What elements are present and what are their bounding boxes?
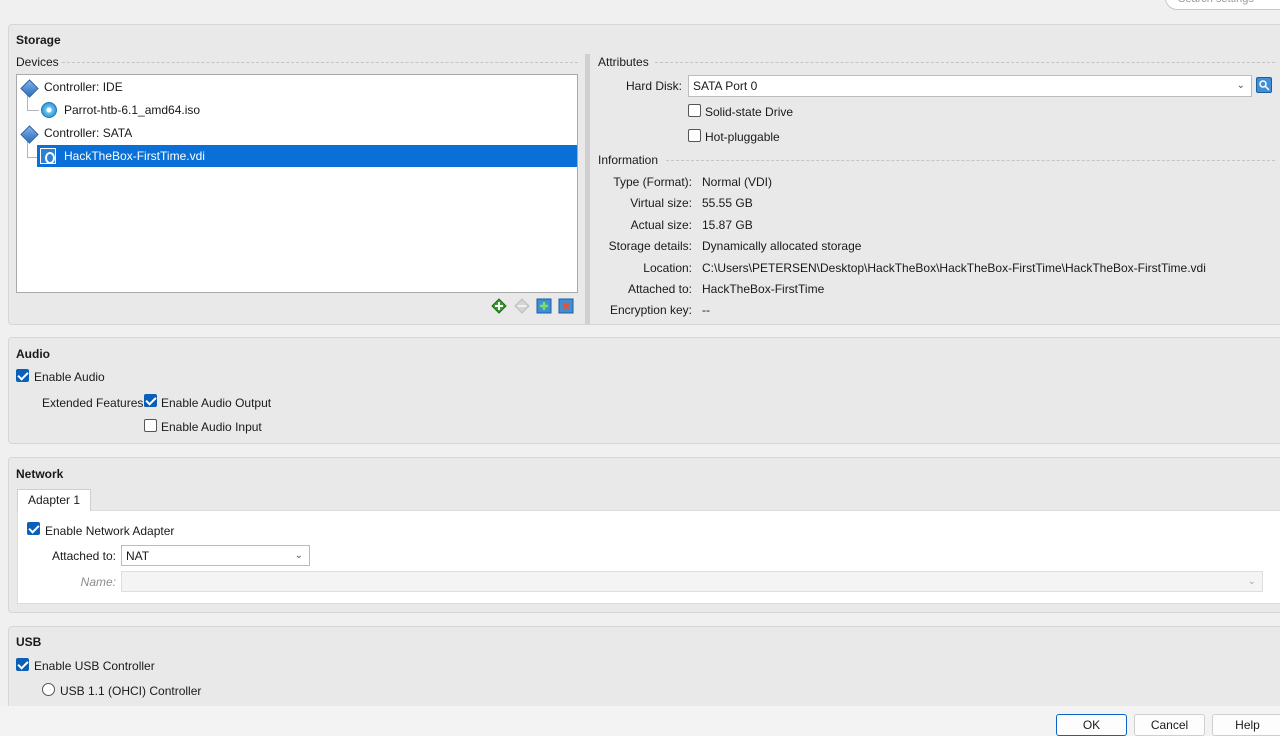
attached-to-label: Attached to: [51, 549, 116, 563]
devices-label: Devices [16, 55, 59, 69]
information-label: Information [598, 153, 659, 167]
info-storage-details-value: Dynamically allocated storage [702, 239, 862, 253]
info-location-label: Location: [643, 261, 692, 275]
tree-item-vdi[interactable]: HackTheBox-FirstTime.vdi [37, 145, 577, 167]
info-attached-to-label: Attached to: [627, 282, 692, 296]
network-title: Network [16, 467, 64, 481]
tree-item-iso[interactable]: Parrot-htb-6.1_amd64.iso [17, 99, 577, 121]
enable-usb-controller-label: Enable USB Controller [34, 659, 155, 673]
enable-audio-output-label: Enable Audio Output [161, 396, 272, 410]
hard-disk-select-value: SATA Port 0 [693, 79, 758, 93]
adapter-name-label: Name: [80, 575, 116, 589]
remove-attachment-icon[interactable] [558, 298, 574, 314]
info-type-label: Type (Format): [613, 175, 692, 189]
tree-item-label: Controller: IDE [44, 80, 123, 94]
info-encryption-value: -- [702, 303, 710, 317]
attached-to-select[interactable]: NAT ⌄ [121, 545, 310, 566]
ssd-label: Solid-state Drive [705, 105, 794, 119]
hard-disk-select[interactable]: SATA Port 0 ⌄ [688, 75, 1252, 97]
hard-disk-icon [40, 148, 56, 164]
usb11-radio[interactable] [42, 683, 55, 696]
remove-controller-icon [514, 298, 530, 314]
attributes-divider [655, 62, 1275, 63]
adapter-name-select: ⌄ [121, 571, 1263, 592]
information-divider [666, 160, 1275, 161]
choose-disk-icon[interactable] [1256, 77, 1272, 93]
info-encryption-label: Encryption key: [609, 303, 692, 317]
tree-item-label: HackTheBox-FirstTime.vdi [64, 149, 205, 163]
tab-adapter-1[interactable]: Adapter 1 [17, 489, 91, 511]
enable-network-adapter-checkbox[interactable] [27, 522, 40, 535]
chevron-down-icon: ⌄ [1247, 576, 1256, 587]
enable-audio-input-checkbox[interactable] [144, 419, 157, 432]
cancel-button[interactable]: Cancel [1134, 714, 1205, 736]
enable-audio-output-checkbox[interactable] [144, 394, 157, 407]
sata-controller-icon [22, 127, 38, 139]
add-controller-icon[interactable] [491, 298, 507, 314]
ide-controller-icon [22, 81, 38, 93]
usb11-label: USB 1.1 (OHCI) Controller [60, 684, 202, 698]
info-type-value: Normal (VDI) [702, 175, 773, 189]
enable-audio-checkbox[interactable] [16, 369, 29, 382]
extended-features-label: Extended Features: [42, 396, 147, 410]
tree-branch-line [27, 157, 37, 158]
tree-item-sata-controller[interactable]: Controller: SATA [17, 122, 577, 144]
audio-title: Audio [16, 347, 50, 361]
attached-to-select-value: NAT [126, 549, 150, 563]
tree-item-label: Controller: SATA [44, 126, 133, 140]
info-actual-size-label: Actual size: [630, 218, 692, 232]
help-button[interactable]: Help [1212, 714, 1280, 736]
info-location-value: C:\Users\PETERSEN\Desktop\HackTheBox\Hac… [702, 261, 1206, 275]
info-storage-details-label: Storage details: [608, 239, 692, 253]
ssd-checkbox[interactable] [688, 104, 701, 117]
storage-title: Storage [16, 33, 61, 47]
usb-title: USB [16, 635, 42, 649]
enable-usb-controller-checkbox[interactable] [16, 658, 29, 671]
enable-network-adapter-label: Enable Network Adapter [45, 524, 175, 538]
search-settings-input[interactable]: Search settings [1165, 0, 1280, 10]
enable-audio-label: Enable Audio [34, 370, 105, 384]
hot-pluggable-checkbox[interactable] [688, 129, 701, 142]
chevron-down-icon: ⌄ [1236, 80, 1245, 91]
devices-divider [62, 62, 578, 63]
tree-item-ide-controller[interactable]: Controller: IDE [17, 76, 577, 98]
chevron-down-icon: ⌄ [294, 550, 303, 561]
hot-pluggable-label: Hot-pluggable [705, 130, 780, 144]
ok-button[interactable]: OK [1056, 714, 1127, 736]
storage-devices-tree[interactable]: Controller: IDE Parrot-htb-6.1_amd64.iso… [16, 74, 578, 293]
attributes-label: Attributes [598, 55, 649, 69]
hard-disk-label: Hard Disk: [625, 79, 682, 93]
add-attachment-icon[interactable] [536, 298, 552, 314]
info-attached-to-value: HackTheBox-FirstTime [702, 282, 825, 296]
info-virtual-size-label: Virtual size: [630, 196, 692, 210]
optical-disc-icon [41, 102, 57, 118]
info-virtual-size-value: 55.55 GB [702, 196, 753, 210]
storage-splitter[interactable] [585, 54, 590, 324]
tree-item-label: Parrot-htb-6.1_amd64.iso [64, 103, 201, 117]
info-actual-size-value: 15.87 GB [702, 218, 753, 232]
enable-audio-input-label: Enable Audio Input [161, 420, 262, 434]
